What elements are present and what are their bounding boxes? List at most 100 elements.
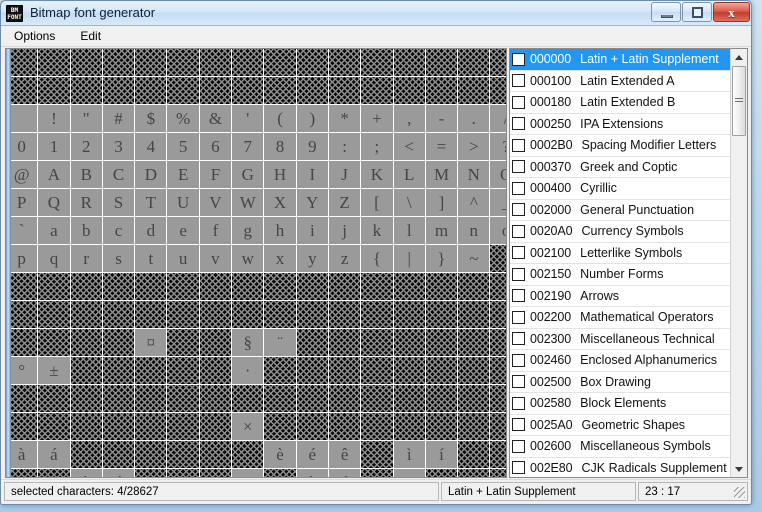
char-cell[interactable]: ±	[38, 357, 69, 384]
char-cell[interactable]	[200, 469, 231, 478]
char-cell[interactable]	[458, 329, 489, 356]
char-cell[interactable]	[232, 77, 263, 104]
char-cell[interactable]	[167, 385, 198, 412]
char-cell[interactable]	[361, 301, 392, 328]
char-cell[interactable]: S	[103, 189, 134, 216]
char-cell[interactable]	[297, 77, 328, 104]
char-cell[interactable]	[232, 301, 263, 328]
char-cell[interactable]	[264, 49, 295, 76]
char-cell[interactable]	[71, 273, 102, 300]
char-cell[interactable]	[426, 385, 457, 412]
char-cell[interactable]: _	[490, 189, 507, 216]
char-cell[interactable]: x	[264, 245, 295, 272]
char-cell[interactable]	[394, 49, 425, 76]
char-cell[interactable]: ü	[394, 469, 425, 478]
char-cell[interactable]	[329, 357, 360, 384]
block-checkbox[interactable]	[512, 289, 525, 302]
char-cell[interactable]	[264, 413, 295, 440]
character-grid[interactable]: !"#$%&'()*+,-./0123456789:;<=>?@ABCDEFGH…	[6, 49, 507, 478]
char-cell[interactable]	[200, 357, 231, 384]
char-cell[interactable]: L	[394, 161, 425, 188]
char-cell[interactable]: ò	[71, 469, 102, 478]
char-cell[interactable]: J	[329, 161, 360, 188]
char-cell[interactable]: r	[71, 245, 102, 272]
block-list-item[interactable]: 000370Greek and Coptic	[510, 157, 730, 179]
char-cell[interactable]: \	[394, 189, 425, 216]
char-cell[interactable]: ó	[103, 469, 134, 478]
char-cell[interactable]: &	[200, 105, 231, 132]
block-checkbox[interactable]	[512, 332, 525, 345]
char-cell[interactable]: l	[394, 217, 425, 244]
block-list-item[interactable]: 0025A0Geometric Shapes	[510, 415, 730, 437]
char-cell[interactable]: a	[38, 217, 69, 244]
char-cell[interactable]	[167, 49, 198, 76]
char-cell[interactable]: k	[361, 217, 392, 244]
char-cell[interactable]	[297, 273, 328, 300]
char-cell[interactable]: u	[167, 245, 198, 272]
char-cell[interactable]	[264, 77, 295, 104]
char-cell[interactable]: t	[135, 245, 166, 272]
scroll-down-button[interactable]	[731, 461, 747, 477]
char-cell[interactable]: $	[135, 105, 166, 132]
scroll-up-button[interactable]	[731, 49, 747, 65]
char-cell[interactable]: Y	[297, 189, 328, 216]
block-list-item[interactable]: 0020A0Currency Symbols	[510, 221, 730, 243]
char-cell[interactable]	[264, 469, 295, 478]
char-cell[interactable]: n	[458, 217, 489, 244]
char-cell[interactable]	[458, 413, 489, 440]
char-cell[interactable]	[103, 385, 134, 412]
char-cell[interactable]	[135, 469, 166, 478]
char-cell[interactable]	[103, 329, 134, 356]
char-cell[interactable]	[490, 301, 507, 328]
char-cell[interactable]	[297, 357, 328, 384]
char-cell[interactable]: N	[458, 161, 489, 188]
char-cell[interactable]	[200, 385, 231, 412]
char-cell[interactable]: (	[264, 105, 295, 132]
char-cell[interactable]	[103, 441, 134, 468]
char-cell[interactable]	[167, 301, 198, 328]
char-cell[interactable]	[135, 273, 166, 300]
char-cell[interactable]: U	[167, 189, 198, 216]
char-cell[interactable]	[490, 469, 507, 478]
char-cell[interactable]	[361, 469, 392, 478]
char-cell[interactable]	[38, 49, 69, 76]
char-cell[interactable]	[297, 413, 328, 440]
char-cell[interactable]: m	[426, 217, 457, 244]
char-cell[interactable]: j	[329, 217, 360, 244]
block-list-item[interactable]: 002150Number Forms	[510, 264, 730, 286]
char-cell[interactable]: #	[103, 105, 134, 132]
char-cell[interactable]	[167, 273, 198, 300]
block-list-item[interactable]: 000100Latin Extended A	[510, 71, 730, 93]
char-cell[interactable]: T	[135, 189, 166, 216]
char-cell[interactable]	[490, 441, 507, 468]
block-list-item[interactable]: 002000General Punctuation	[510, 200, 730, 222]
char-cell[interactable]: 6	[200, 133, 231, 160]
unicode-block-list[interactable]: 000000Latin + Latin Supplement000100Lati…	[510, 49, 730, 477]
block-list-scrollbar[interactable]	[730, 49, 747, 477]
char-cell[interactable]	[167, 77, 198, 104]
char-cell[interactable]: !	[38, 105, 69, 132]
char-cell[interactable]	[361, 357, 392, 384]
char-cell[interactable]	[361, 49, 392, 76]
char-cell[interactable]: 8	[264, 133, 295, 160]
char-cell[interactable]	[490, 329, 507, 356]
char-cell[interactable]	[135, 385, 166, 412]
char-cell[interactable]	[167, 329, 198, 356]
char-cell[interactable]: w	[232, 245, 263, 272]
block-checkbox[interactable]	[512, 461, 525, 474]
char-cell[interactable]: ÷	[232, 469, 263, 478]
char-cell[interactable]	[38, 301, 69, 328]
char-cell[interactable]: Z	[329, 189, 360, 216]
block-list-item[interactable]: 002580Block Elements	[510, 393, 730, 415]
char-cell[interactable]: X	[264, 189, 295, 216]
block-list-item[interactable]: 002600Miscellaneous Symbols	[510, 436, 730, 458]
char-cell[interactable]	[361, 441, 392, 468]
block-list-item[interactable]: 000180Latin Extended B	[510, 92, 730, 114]
char-cell[interactable]	[329, 273, 360, 300]
char-cell[interactable]	[71, 385, 102, 412]
close-button[interactable]: x	[713, 2, 750, 22]
char-cell[interactable]	[361, 413, 392, 440]
char-cell[interactable]: %	[167, 105, 198, 132]
char-cell[interactable]: §	[232, 329, 263, 356]
block-checkbox[interactable]	[512, 139, 525, 152]
